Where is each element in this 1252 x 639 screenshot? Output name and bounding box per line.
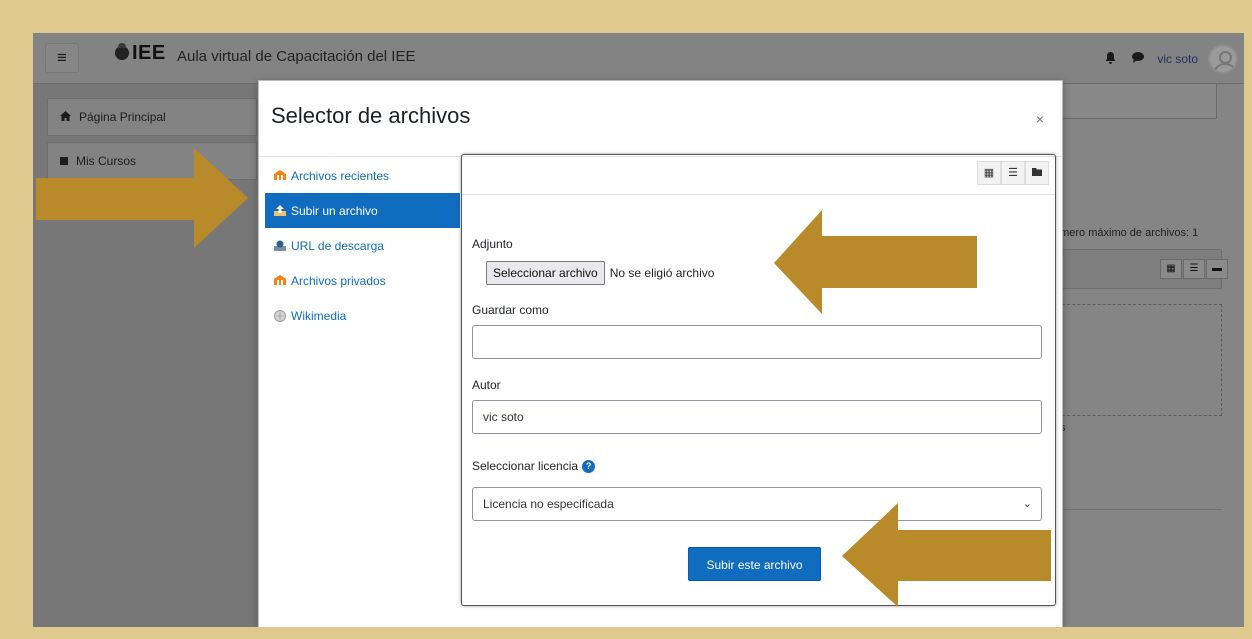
private-files-icon xyxy=(273,274,287,287)
view-switcher: ▦ ☰ xyxy=(977,161,1049,185)
drawer-item-home[interactable]: Página Principal xyxy=(47,98,257,136)
save-as-label: Guardar como xyxy=(472,303,549,317)
max-files-text: úmero máximo de archivos: 1 xyxy=(1054,227,1199,239)
license-label: Seleccionar licencia xyxy=(472,459,579,473)
logo-brand: IEE xyxy=(132,42,166,64)
repo-label: Archivos privados xyxy=(291,273,386,288)
repo-item-url[interactable]: URL de descarga xyxy=(265,228,460,263)
choose-file-button[interactable]: Seleccionar archivo xyxy=(486,261,605,285)
list-view-icon[interactable]: ☰ xyxy=(1001,161,1025,185)
background-view-bar: ▦ ☰ ▬ xyxy=(1052,249,1228,289)
annotation-arrow-left-icon xyxy=(774,210,977,314)
user-nav: vic soto xyxy=(1101,44,1238,74)
repo-label: Archivos recientes xyxy=(291,168,390,183)
repository-list: Archivos recientes Subir un archivo URL … xyxy=(265,158,460,333)
repo-item-wikimedia[interactable]: Wikimedia xyxy=(265,298,460,333)
url-download-icon xyxy=(273,240,287,252)
wikimedia-icon xyxy=(273,309,287,322)
recent-files-icon xyxy=(273,169,287,182)
repo-label: URL de descarga xyxy=(291,238,384,253)
grid-view-icon[interactable]: ▦ xyxy=(977,161,1001,185)
upload-icon xyxy=(273,204,287,217)
repo-item-private[interactable]: Archivos privados xyxy=(265,263,460,298)
license-selected-value: Licencia no especificada xyxy=(483,497,614,511)
repo-label: Subir un archivo xyxy=(291,203,378,218)
close-icon[interactable]: × xyxy=(1032,111,1048,127)
site-title[interactable]: Aula virtual de Capacitación del IEE xyxy=(177,48,415,65)
dialog-title: Selector de archivos xyxy=(271,103,471,128)
folder-view-icon[interactable] xyxy=(1025,161,1049,185)
annotation-arrow-left-icon xyxy=(842,503,1051,607)
user-name[interactable]: vic soto xyxy=(1157,52,1198,66)
attachment-label: Adjunto xyxy=(472,237,513,251)
drawer-item-label: Página Principal xyxy=(79,110,166,124)
background-dropzone xyxy=(1052,304,1222,416)
avatar[interactable] xyxy=(1208,44,1238,74)
upload-submit-button[interactable]: Subir este archivo xyxy=(688,547,821,581)
home-icon xyxy=(60,110,71,124)
dialog-header: Selector de archivos × xyxy=(259,81,1062,157)
license-label-row: Seleccionar licencia? xyxy=(472,459,596,474)
help-icon[interactable]: ? xyxy=(582,460,596,474)
menu-toggle-button[interactable]: ≡ xyxy=(45,43,79,73)
panel-toolbar: ▦ ☰ xyxy=(462,155,1055,195)
screen: ≡ IEE Aula virtual de Capacitación del I… xyxy=(33,33,1244,627)
logo-mark-icon xyxy=(115,43,129,60)
background-divider xyxy=(1052,509,1222,510)
top-navbar: ≡ IEE Aula virtual de Capacitación del I… xyxy=(33,33,1244,84)
repo-item-upload[interactable]: Subir un archivo xyxy=(265,193,460,228)
author-label: Autor xyxy=(472,378,501,392)
annotation-arrow-right-icon xyxy=(36,148,248,248)
folder-view-icon: ▬ xyxy=(1206,259,1228,279)
file-chooser: Seleccionar archivo No se eligió archivo xyxy=(486,261,714,285)
no-file-text: No se eligió archivo xyxy=(609,266,715,280)
list-view-icon: ☰ xyxy=(1183,259,1205,279)
repo-item-recent[interactable]: Archivos recientes xyxy=(265,158,460,193)
save-as-input[interactable] xyxy=(472,325,1042,359)
repo-label: Wikimedia xyxy=(291,308,347,323)
author-input[interactable]: vic soto xyxy=(472,400,1042,434)
chat-icon[interactable] xyxy=(1129,52,1147,66)
grid-view-icon: ▦ xyxy=(1160,259,1182,279)
bell-icon[interactable] xyxy=(1101,51,1119,67)
